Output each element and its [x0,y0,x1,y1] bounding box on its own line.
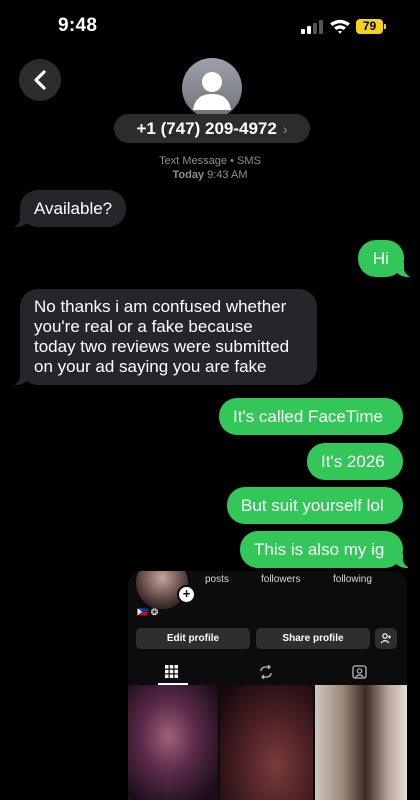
message-text: Available? [34,199,113,218]
ig-profile-tabs [128,659,407,685]
contact-phone-number: +1 (747) 209-4972 [136,118,277,138]
message-text: It's 2026 [321,452,385,471]
add-person-icon [375,628,397,649]
contact-avatar[interactable] [182,58,242,118]
message-text: This is also my ig [254,540,385,559]
ig-post-thumbnail [128,685,218,800]
message-timestamp: Today 9:43 AM [0,169,420,181]
ig-posts-label: posts [205,574,229,585]
message-bubble-outgoing[interactable]: But suit yourself lol [227,487,403,524]
service-label: Text Message • SMS [159,155,261,167]
tagged-icon [352,665,367,679]
ig-post-thumbnail [315,685,407,800]
back-button[interactable] [19,59,61,101]
battery-icon: 79 [356,19,383,34]
ig-post-thumbnail [220,685,313,800]
message-bubble-outgoing[interactable]: It's 2026 [307,443,403,480]
person-silhouette-icon [193,72,231,110]
message-bubble-outgoing[interactable]: This is also my ig [240,531,414,568]
plus-icon: + [177,585,196,604]
grid-icon [165,665,178,678]
battery-tip [384,24,386,29]
message-text: Hi [373,249,390,268]
messages-screen: 9:48 79 +1 (747) 209-4972 › Text Message… [0,0,420,800]
wifi-icon [330,19,350,34]
chevron-right-icon: › [282,120,288,137]
reels-icon [260,665,272,679]
timestamp-day: Today [172,169,205,181]
ig-following-label: following [333,574,372,585]
instagram-profile-image[interactable]: + posts followers following 🇵🇭 ❂ Edit pr… [128,571,407,800]
message-line: on your ad saying you are fake [34,357,267,376]
message-bubble-incoming[interactable]: Available? [8,190,127,227]
contact-name-pill[interactable]: +1 (747) 209-4972 › [114,114,310,143]
message-bubble-outgoing[interactable]: It's called FaceTime [219,398,403,435]
message-text: But suit yourself lol [241,496,384,515]
message-line: you're real or a fake because [34,317,253,336]
message-line: today two reviews were submitted [34,337,290,356]
cellular-signal-icon [301,20,323,34]
message-text: It's called FaceTime [233,407,383,426]
ig-followers-label: followers [261,574,301,585]
status-time: 9:48 [58,15,98,36]
message-line: No thanks i am confused whether [34,297,287,316]
message-bubble-outgoing[interactable]: Hi [358,240,415,277]
chevron-left-icon [34,70,46,90]
ig-bio-flags: 🇵🇭 ❂ [137,607,159,617]
ig-share-profile-button: Share profile [256,628,370,649]
timestamp-time: 9:43 AM [207,169,248,181]
ig-edit-profile-button: Edit profile [136,628,250,649]
message-bubble-incoming[interactable]: No thanks i am confused whether you're r… [9,289,317,385]
